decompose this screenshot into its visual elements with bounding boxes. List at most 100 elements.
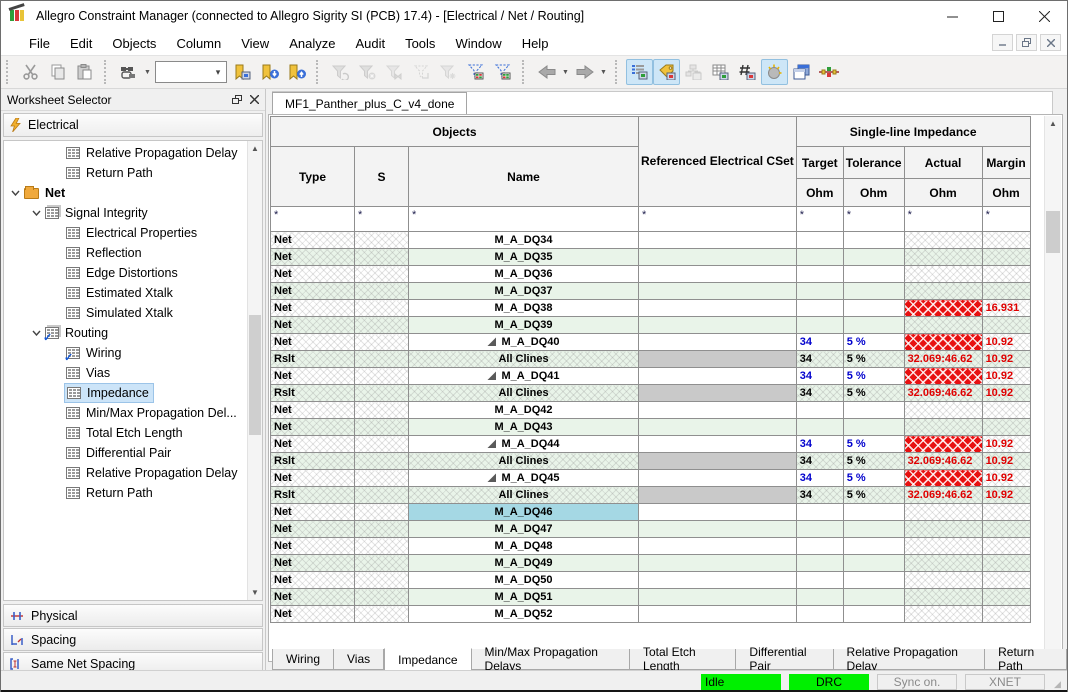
toolbar-grip[interactable] [522,60,527,84]
filter-cell[interactable]: * [843,207,904,232]
mdi-minimize-button[interactable] [992,34,1013,51]
table-scroll-up-icon[interactable]: ▲ [1045,116,1061,131]
cell-actual[interactable] [904,232,982,249]
cell-actual[interactable] [904,589,982,606]
cell-name[interactable]: M_A_DQ49 [409,555,639,572]
cell-actual[interactable]: 32.069:46.62 [904,453,982,470]
cell-margin[interactable] [982,572,1030,589]
cell-margin[interactable] [982,317,1030,334]
cell-name[interactable]: M_A_DQ40 [409,334,639,351]
filter-bowtie-button[interactable] [381,59,408,85]
cell-name[interactable]: M_A_DQ50 [409,572,639,589]
header-single-line-impedance[interactable]: Single-line Impedance [796,117,1030,147]
cell-margin[interactable] [982,232,1030,249]
cell-tolerance[interactable] [843,538,904,555]
cell-name[interactable]: All Clines [409,351,639,368]
tree-item-wiring[interactable]: ✓Wiring [4,343,246,363]
cell-referenced-cset[interactable] [639,470,797,487]
tree-item-return-path[interactable]: Return Path [4,163,246,183]
cell-margin[interactable] [982,504,1030,521]
filter-cell[interactable]: * [904,207,982,232]
cell-name[interactable]: All Clines [409,453,639,470]
cell-name[interactable]: M_A_DQ45 [409,470,639,487]
cell-tolerance[interactable] [843,504,904,521]
filter-cell[interactable]: * [639,207,797,232]
cell-target[interactable] [796,266,843,283]
cell-referenced-cset[interactable] [639,402,797,419]
cell-margin[interactable] [982,402,1030,419]
cell-tolerance[interactable]: 5 % [843,385,904,402]
cell-referenced-cset[interactable] [639,283,797,300]
cell-tolerance[interactable] [843,249,904,266]
bookmark-up-button[interactable] [283,59,310,85]
mdi-close-button[interactable] [1040,34,1061,51]
header-tolerance[interactable]: Tolerance [843,147,904,179]
maximize-button[interactable] [975,1,1021,31]
cell-target[interactable] [796,589,843,606]
cell-name[interactable]: M_A_DQ41 [409,368,639,385]
mdi-restore-button[interactable] [1016,34,1037,51]
cell-name[interactable]: All Clines [409,487,639,504]
cell-target[interactable] [796,572,843,589]
chevron-expanded-icon[interactable] [29,330,43,336]
cell-referenced-cset[interactable] [639,487,797,504]
tree-item-electrical-properties[interactable]: Electrical Properties [4,223,246,243]
close-button[interactable] [1021,1,1067,31]
cell-name[interactable]: M_A_DQ44 [409,436,639,453]
table-scrollbar-thumb[interactable] [1046,211,1060,253]
bookmark-down-button[interactable] [256,59,283,85]
tab-differential-pair[interactable]: Differential Pair [736,649,833,670]
cell-referenced-cset[interactable] [639,249,797,266]
xnet-button[interactable] [815,59,842,85]
table-scrollbar[interactable]: ▲ ▼ [1044,116,1061,660]
cell-tolerance[interactable] [843,232,904,249]
cell-margin[interactable]: 10.92 [982,470,1030,487]
cell-actual[interactable]: 32.069:46.62 [904,351,982,368]
view-table-button[interactable] [707,59,734,85]
toolbar-grip[interactable] [104,60,109,84]
cell-tolerance[interactable]: 5 % [843,368,904,385]
chevron-down-icon[interactable]: ▼ [598,59,609,85]
cell-target[interactable]: 34 [796,368,843,385]
tree-item-edge-distortions[interactable]: Edge Distortions [4,263,246,283]
cell-actual[interactable] [904,249,982,266]
tree-item-impedance[interactable]: Impedance [4,383,246,403]
cell-referenced-cset[interactable] [639,419,797,436]
cell-target[interactable] [796,419,843,436]
find-button[interactable] [115,59,142,85]
header-target[interactable]: Target [796,147,843,179]
cell-actual[interactable]: 32.069:46.62 [904,385,982,402]
tree-scroll-down-icon[interactable]: ▼ [248,585,262,600]
cell-referenced-cset[interactable] [639,572,797,589]
expand-triangle-icon[interactable] [487,439,496,448]
cell-tolerance[interactable] [843,283,904,300]
tree-item-return-path[interactable]: Return Path [4,483,246,503]
tree-item-total-etch-length[interactable]: Total Etch Length [4,423,246,443]
cell-referenced-cset[interactable] [639,317,797,334]
cell-tolerance[interactable] [843,521,904,538]
tree-item-relative-propagation-delay[interactable]: Relative Propagation Delay [4,463,246,483]
toolbar-grip[interactable] [615,60,620,84]
cell-name[interactable]: M_A_DQ34 [409,232,639,249]
tree-scroll-up-icon[interactable]: ▲ [248,141,262,156]
bookmark-view-button[interactable] [229,59,256,85]
filter-cell[interactable]: * [355,207,409,232]
cell-tolerance[interactable] [843,572,904,589]
cell-margin[interactable]: 16.931 [982,300,1030,317]
header-margin[interactable]: Margin [982,147,1030,179]
cell-margin[interactable]: 10.92 [982,368,1030,385]
cell-tolerance[interactable]: 5 % [843,334,904,351]
filter-refresh-button[interactable] [327,59,354,85]
cell-actual[interactable] [904,606,982,623]
cell-target[interactable] [796,504,843,521]
section-electrical[interactable]: Electrical [3,113,263,137]
cell-referenced-cset[interactable] [639,300,797,317]
menu-window[interactable]: Window [445,33,511,54]
header-type[interactable]: Type [271,147,355,207]
cell-tolerance[interactable] [843,300,904,317]
view-lamp-button[interactable] [761,59,788,85]
cell-margin[interactable] [982,606,1030,623]
cell-referenced-cset[interactable] [639,385,797,402]
menu-audit[interactable]: Audit [345,33,395,54]
cell-margin[interactable]: 10.92 [982,453,1030,470]
